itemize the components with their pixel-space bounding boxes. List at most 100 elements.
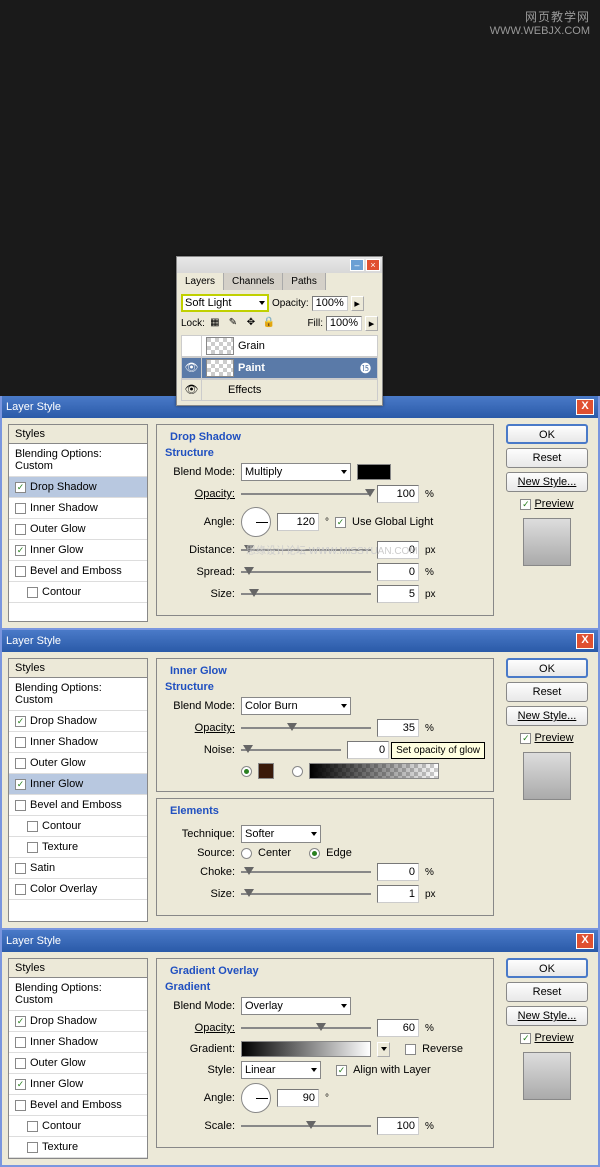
style-item[interactable]: Inner Shadow bbox=[9, 1032, 147, 1053]
style-item[interactable]: Bevel and Emboss bbox=[9, 561, 147, 582]
checkbox[interactable] bbox=[15, 800, 26, 811]
blending-options[interactable]: Blending Options: Custom bbox=[9, 978, 147, 1011]
lock-all-icon[interactable]: 🔒 bbox=[262, 317, 276, 331]
lock-transparency-icon[interactable]: ▦ bbox=[208, 317, 222, 331]
style-item[interactable]: Inner Shadow bbox=[9, 498, 147, 519]
blend-mode-select[interactable]: Soft Light bbox=[181, 294, 269, 312]
checkbox[interactable] bbox=[15, 737, 26, 748]
blend-mode-select[interactable]: Multiply bbox=[241, 463, 351, 481]
fill-flyout[interactable]: ▸ bbox=[365, 316, 378, 331]
checkbox[interactable] bbox=[27, 842, 38, 853]
visibility-icon[interactable]: 👁 bbox=[182, 358, 202, 378]
number-input[interactable] bbox=[277, 1089, 319, 1107]
fill-input[interactable]: 100% bbox=[326, 316, 362, 331]
opacity-flyout[interactable]: ▸ bbox=[351, 296, 364, 311]
checkbox[interactable] bbox=[27, 1121, 38, 1132]
color-radio[interactable] bbox=[241, 766, 252, 777]
preview-checkbox[interactable]: ✓ bbox=[520, 1033, 531, 1044]
gradient-swatch[interactable] bbox=[309, 763, 439, 779]
gradient-swatch[interactable] bbox=[241, 1041, 371, 1057]
effects-row[interactable]: 👁 Effects bbox=[181, 379, 378, 401]
style-item[interactable]: Outer Glow bbox=[9, 753, 147, 774]
fx-icon[interactable]: ⓯ bbox=[360, 360, 371, 376]
style-item[interactable]: ✓Inner Glow bbox=[9, 774, 147, 795]
angle-dial[interactable] bbox=[241, 507, 271, 537]
opacity-input[interactable]: 100% bbox=[312, 296, 348, 311]
number-input[interactable] bbox=[277, 513, 319, 531]
preview-checkbox[interactable]: ✓ bbox=[520, 733, 531, 744]
checkbox[interactable] bbox=[27, 1142, 38, 1153]
slider[interactable] bbox=[241, 1118, 371, 1134]
style-item[interactable]: ✓Inner Glow bbox=[9, 540, 147, 561]
color-swatch[interactable] bbox=[258, 763, 274, 779]
style-item[interactable]: Inner Shadow bbox=[9, 732, 147, 753]
tab-paths[interactable]: Paths bbox=[283, 273, 326, 290]
checkbox[interactable] bbox=[27, 587, 38, 598]
gradient-radio[interactable] bbox=[292, 766, 303, 777]
checkbox[interactable] bbox=[15, 1058, 26, 1069]
align-checkbox[interactable]: ✓ bbox=[336, 1065, 347, 1076]
styles-header[interactable]: Styles bbox=[9, 959, 147, 978]
number-input[interactable] bbox=[377, 719, 419, 737]
style-item[interactable]: Contour bbox=[9, 582, 147, 603]
checkbox[interactable] bbox=[15, 566, 26, 577]
ok-button[interactable]: OK bbox=[506, 658, 588, 678]
global-light-checkbox[interactable]: ✓ bbox=[335, 517, 346, 528]
checkbox[interactable]: ✓ bbox=[15, 1079, 26, 1090]
checkbox[interactable] bbox=[15, 884, 26, 895]
styles-header[interactable]: Styles bbox=[9, 659, 147, 678]
source-center-radio[interactable] bbox=[241, 848, 252, 859]
source-edge-radio[interactable] bbox=[309, 848, 320, 859]
style-item[interactable]: Contour bbox=[9, 1116, 147, 1137]
close-button[interactable]: X bbox=[576, 633, 594, 649]
preview-checkbox[interactable]: ✓ bbox=[520, 499, 531, 510]
style-select[interactable]: Linear bbox=[241, 1061, 321, 1079]
ok-button[interactable]: OK bbox=[506, 424, 588, 444]
slider[interactable] bbox=[241, 1020, 371, 1036]
lock-position-icon[interactable]: ✥ bbox=[244, 317, 258, 331]
checkbox[interactable]: ✓ bbox=[15, 545, 26, 556]
checkbox[interactable] bbox=[15, 1037, 26, 1048]
gradient-picker[interactable] bbox=[377, 1042, 390, 1057]
close-icon[interactable]: × bbox=[366, 259, 380, 271]
tab-layers[interactable]: Layers bbox=[177, 273, 224, 290]
new-style-button[interactable]: New Style... bbox=[506, 706, 588, 726]
style-item[interactable]: ✓Drop Shadow bbox=[9, 1011, 147, 1032]
color-swatch[interactable] bbox=[357, 464, 391, 480]
checkbox[interactable]: ✓ bbox=[15, 482, 26, 493]
style-item[interactable]: ✓Drop Shadow bbox=[9, 711, 147, 732]
checkbox[interactable] bbox=[15, 503, 26, 514]
checkbox[interactable] bbox=[15, 863, 26, 874]
checkbox[interactable]: ✓ bbox=[15, 779, 26, 790]
slider[interactable] bbox=[241, 742, 341, 758]
reverse-checkbox[interactable] bbox=[405, 1044, 416, 1055]
minimize-icon[interactable]: – bbox=[350, 259, 364, 271]
checkbox[interactable] bbox=[15, 1100, 26, 1111]
style-item[interactable]: Texture bbox=[9, 1137, 147, 1158]
slider[interactable] bbox=[241, 564, 371, 580]
checkbox[interactable] bbox=[27, 821, 38, 832]
slider[interactable] bbox=[241, 486, 371, 502]
blend-mode-select[interactable]: Color Burn bbox=[241, 697, 351, 715]
layer-grain[interactable]: Grain bbox=[181, 335, 378, 357]
blend-mode-select[interactable]: Overlay bbox=[241, 997, 351, 1015]
slider[interactable] bbox=[241, 586, 371, 602]
titlebar[interactable]: Layer StyleX bbox=[2, 630, 598, 652]
technique-select[interactable]: Softer bbox=[241, 825, 321, 843]
style-item[interactable]: Outer Glow bbox=[9, 1053, 147, 1074]
slider[interactable] bbox=[241, 864, 371, 880]
number-input[interactable] bbox=[347, 741, 389, 759]
number-input[interactable] bbox=[377, 585, 419, 603]
new-style-button[interactable]: New Style... bbox=[506, 472, 588, 492]
slider[interactable] bbox=[241, 720, 371, 736]
layer-paint[interactable]: 👁 Paint ⓯ bbox=[181, 357, 378, 379]
reset-button[interactable]: Reset bbox=[506, 448, 588, 468]
style-item[interactable]: Outer Glow bbox=[9, 519, 147, 540]
style-item[interactable]: Texture bbox=[9, 837, 147, 858]
number-input[interactable] bbox=[377, 863, 419, 881]
close-button[interactable]: X bbox=[576, 399, 594, 415]
lock-pixels-icon[interactable]: ✎ bbox=[226, 317, 240, 331]
style-item[interactable]: Contour bbox=[9, 816, 147, 837]
reset-button[interactable]: Reset bbox=[506, 682, 588, 702]
reset-button[interactable]: Reset bbox=[506, 982, 588, 1002]
